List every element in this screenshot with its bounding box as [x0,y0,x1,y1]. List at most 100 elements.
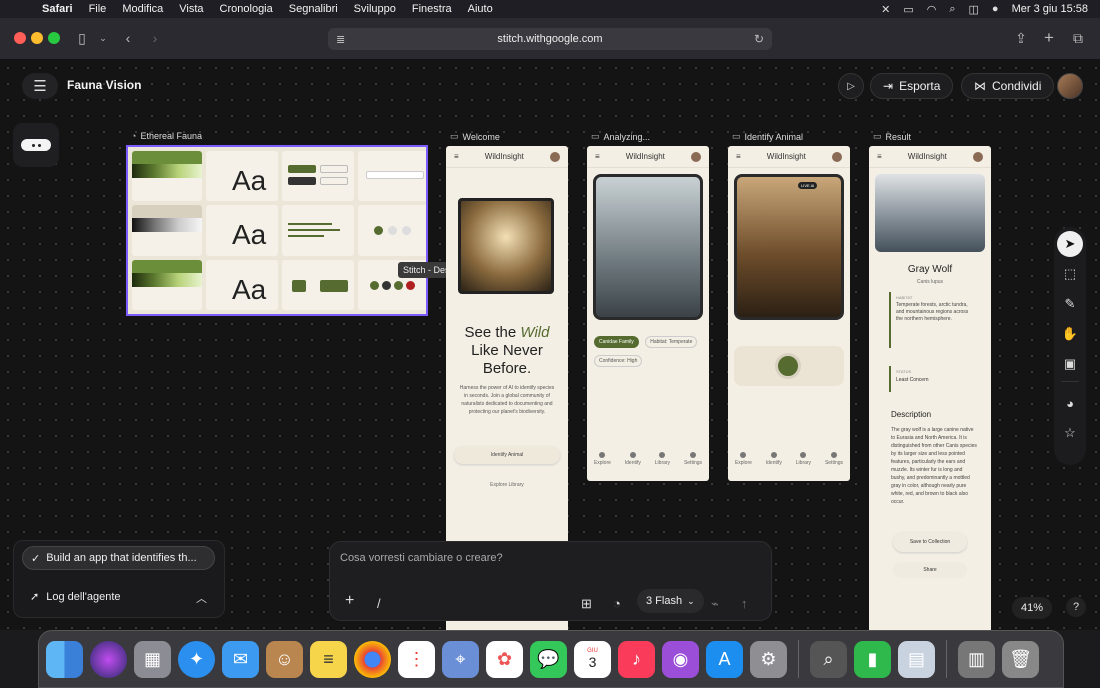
control-center-icon[interactable]: ◫ [969,3,979,16]
downloads-stack-icon[interactable]: ▥ [958,640,995,678]
shutter-button[interactable] [775,353,801,379]
nav-settings[interactable]: Settings [825,452,843,466]
nav-identify[interactable]: Identify [766,452,782,466]
notes-icon[interactable]: ≡ [310,640,347,678]
nav-explore[interactable]: Explore [594,452,611,466]
result-screen-frame[interactable]: ≡ WildInsight Gray Wolf Canis lupus HABI… [869,146,991,630]
menu-develop[interactable]: Sviluppo [346,3,404,15]
frame-label-analyzing[interactable]: ▭ Analyzing... [591,131,650,142]
preview-icon[interactable]: ⌕ [810,640,847,678]
close-window-button[interactable] [14,32,26,44]
maps-icon[interactable]: ⌖ [442,640,479,678]
messages-icon[interactable]: 💬 [530,640,567,678]
address-bar[interactable]: ≣ stitch.withgoogle.com ↻ [328,28,772,50]
add-screen-icon[interactable]: ⊞ [581,596,592,612]
reload-icon[interactable]: ↻ [754,32,764,46]
share-button[interactable]: ⋈ Condividi [961,73,1055,99]
prompt-input[interactable] [340,552,760,564]
share-result-button[interactable]: Share [893,562,967,578]
numbers-icon[interactable]: ▮ [854,640,891,678]
nav-identify[interactable]: Identify [625,452,641,466]
marquee-select-icon[interactable]: ⬚ [1057,261,1083,287]
menu-help[interactable]: Aiuto [460,3,501,15]
microphone-icon[interactable]: ⌁ [711,596,719,612]
new-tab-icon[interactable]: + [1039,28,1059,48]
save-to-collection-button[interactable]: Save to Collection [893,532,967,552]
identify-screen-frame[interactable]: ≡ WildInsight LIVE AI Explore Identify L… [728,146,850,481]
music-icon[interactable]: ♪ [618,640,655,678]
palette-icon[interactable]: ◔ [613,596,621,611]
system-settings-icon[interactable]: ⚙ [750,640,787,678]
menu-app-name[interactable]: Safari [34,3,81,15]
tab-overview-icon[interactable]: ⧉ [1068,28,1088,48]
tag[interactable]: Canidae Family [594,336,639,348]
contacts-icon[interactable]: ☺ [266,640,303,678]
user-avatar[interactable] [1057,73,1083,99]
preview-play-button[interactable]: ▷ [838,73,864,99]
frame-label-welcome[interactable]: ▭ Welcome [450,131,500,142]
export-button[interactable]: ⇥ Esporta [870,73,954,99]
design-system-frame[interactable]: Aa Aa Aa [126,145,428,316]
calendar-icon[interactable]: GIU 3 [574,640,611,678]
safari-icon[interactable]: ✦ [178,640,215,678]
tag[interactable]: Confidence: High [594,355,643,367]
photos-icon[interactable]: ✿ [486,640,523,678]
frame-label-result[interactable]: ▭ Result [873,131,911,142]
model-selector[interactable]: 3 Flash ⌄ [637,589,704,613]
sidebar-toggle-icon[interactable]: ▯ [72,28,92,48]
disk-utility-icon[interactable]: ▤ [898,640,935,678]
nav-library[interactable]: Library [796,452,811,466]
wifi-icon[interactable]: ◠ [927,3,937,16]
slash-command-icon[interactable]: / [377,596,381,611]
agent-task-chip[interactable]: ✓ Build an app that identifies th... [22,546,215,570]
spotlight-search-icon[interactable]: ⌕ [949,3,955,16]
agent-log-toggle[interactable]: ➚ Log dell'agente [30,590,121,604]
main-menu-button[interactable]: ☰ [22,73,58,99]
minimize-window-button[interactable] [31,32,43,44]
menu-edit[interactable]: Modifica [114,3,171,15]
hand-pan-icon[interactable]: ✋ [1057,321,1083,347]
menu-file[interactable]: File [81,3,115,15]
finder-icon[interactable] [46,640,83,678]
collapsed-panel-button[interactable] [13,123,59,167]
zoom-level[interactable]: 41% [1012,597,1052,619]
menu-history[interactable]: Cronologia [212,3,281,15]
analyzing-screen-frame[interactable]: ≡ WildInsight Canidae Family Habitat: Te… [587,146,709,481]
palette-icon[interactable]: ◕ [1057,390,1083,416]
chevron-down-icon[interactable]: ⌄ [93,28,113,48]
chrome-icon[interactable] [354,640,391,678]
menubar-clock[interactable]: Mer 3 giu 15:58 [1012,3,1088,15]
podcasts-icon[interactable]: ◉ [662,640,699,678]
mail-icon[interactable]: ✉ [222,640,259,678]
tag[interactable]: Habitat: Temperate [645,336,698,348]
page-menu-icon[interactable]: ≣ [336,33,345,46]
explore-library-button[interactable]: Explore Library [454,478,560,492]
trash-icon[interactable]: 🗑 [1002,640,1039,678]
identify-animal-button[interactable]: Identify Animal [454,446,560,464]
send-arrow-icon[interactable]: ↑ [741,596,748,611]
nav-library[interactable]: Library [655,452,670,466]
frame-label-design-system[interactable]: ◔ Ethereal Fauna [131,131,202,141]
share-icon[interactable]: ⇪ [1011,28,1031,48]
chevron-up-icon[interactable]: ︿ [196,590,207,606]
app-store-icon[interactable]: A [706,640,743,678]
add-icon[interactable]: + [345,592,354,610]
siri-icon[interactable] [90,640,127,678]
help-icon[interactable]: ? [1066,597,1086,617]
menu-bookmarks[interactable]: Segnalibri [281,3,346,15]
back-button[interactable]: ‹ [118,28,138,48]
siri-icon[interactable]: ● [992,3,999,15]
menu-view[interactable]: Vista [171,3,211,15]
stitch-canvas[interactable]: ☰ Fauna Vision ▷ ⇥ Esporta ⋈ Condividi ◔… [0,60,1100,630]
nav-explore[interactable]: Explore [735,452,752,466]
menu-window[interactable]: Finestra [404,3,460,15]
mute-icon[interactable]: ✕ [881,3,890,16]
frame-label-identify[interactable]: ▭ Identify Animal [732,131,803,142]
image-icon[interactable]: ▣ [1057,351,1083,377]
star-icon[interactable]: ☆ [1057,420,1083,446]
battery-icon[interactable]: ▭ [903,3,913,16]
launchpad-icon[interactable]: ▦ [134,640,171,678]
nav-settings[interactable]: Settings [684,452,702,466]
forward-button[interactable]: › [145,28,165,48]
reminders-icon[interactable]: ⋮ [398,640,435,678]
